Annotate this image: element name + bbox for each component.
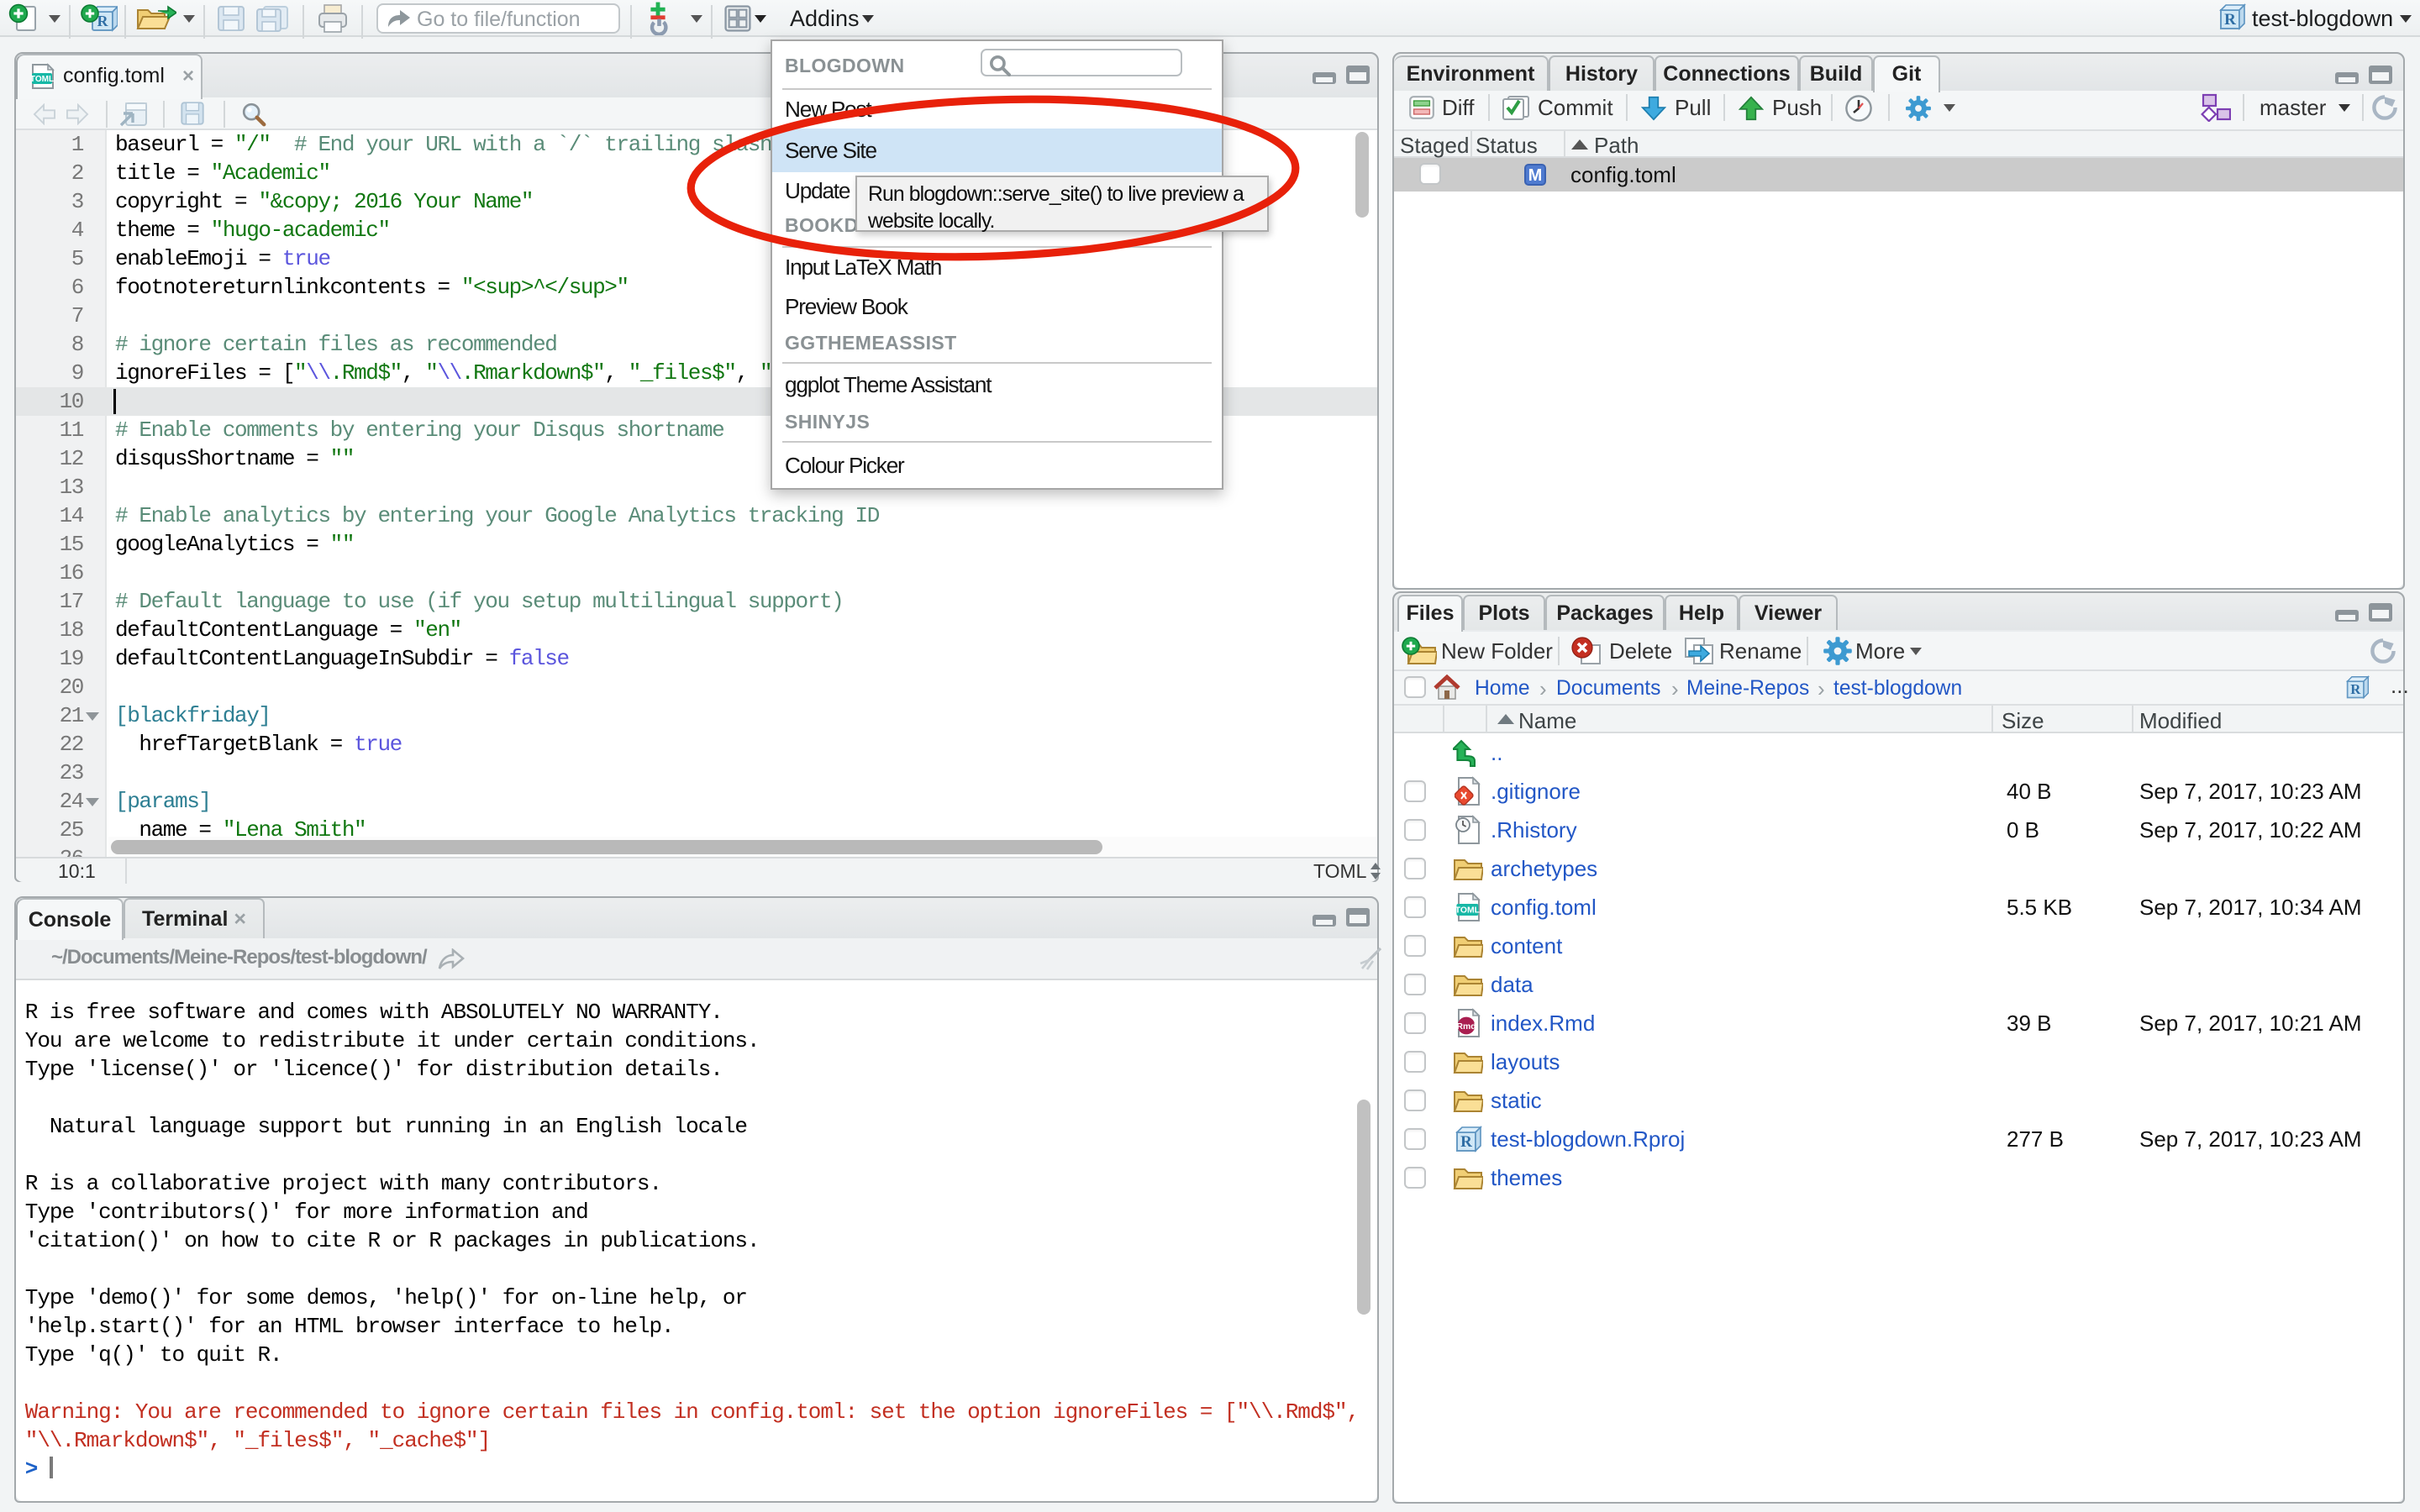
svg-text:Rmd: Rmd [1456, 1022, 1476, 1032]
svg-text:R: R [2224, 11, 2236, 29]
svg-text:TOML: TOML [1455, 906, 1481, 916]
svg-text:TOML: TOML [31, 75, 54, 84]
svg-text:R: R [1460, 1133, 1472, 1151]
svg-text:R: R [2350, 681, 2361, 697]
